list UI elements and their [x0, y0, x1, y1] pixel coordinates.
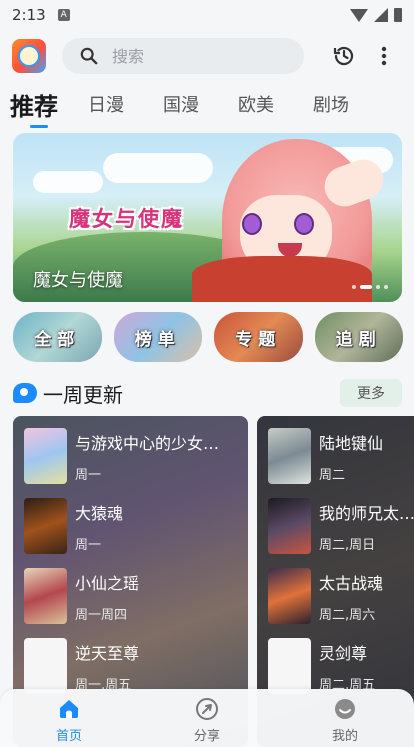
item-title: 大猿魂 [75, 504, 124, 523]
item-days: 周一周四 [75, 608, 128, 623]
item-title: 逆天至尊 [75, 644, 140, 663]
top-bar [0, 30, 414, 82]
signal-icon [374, 8, 388, 22]
item-days: 周一 [75, 538, 102, 553]
hero-banner[interactable]: 魔女与使魔 魔女与使魔 [13, 133, 402, 302]
bottom-navigation: 首页 分享 我的 [0, 689, 414, 747]
logo-emblem [18, 45, 40, 67]
history-icon [333, 46, 354, 66]
list-item[interactable]: 太古战魂周二,周六 [268, 568, 414, 626]
list-item[interactable]: 灵剑尊 周二,周五 [268, 638, 414, 696]
tab-theater[interactable]: 剧场 [313, 91, 349, 117]
cover-thumbnail [24, 498, 67, 554]
more-vertical-icon [381, 46, 387, 66]
category-ranking-button[interactable]: 榜单 [113, 312, 202, 362]
quick-categories: 全部 榜单 专题 追剧 [13, 312, 403, 362]
category-all-button[interactable]: 全部 [13, 312, 102, 362]
cover-thumbnail [268, 568, 311, 624]
list-item[interactable]: 大猿魂 周一 [24, 498, 235, 556]
list-item[interactable]: 我的师兄太强了周二,周日 [268, 498, 414, 556]
search-icon [80, 47, 98, 65]
category-topics-button[interactable]: 专题 [214, 312, 303, 362]
history-button[interactable] [326, 38, 362, 74]
status-icons [350, 8, 402, 22]
banner-cloud [103, 153, 213, 183]
weekly-update-header: 一周更新 更多 [13, 378, 402, 408]
cover-thumbnail [268, 498, 311, 554]
category-tabs: 推荐 日漫 国漫 欧美 剧场 [0, 86, 414, 128]
item-title: 我的师兄太强了 [319, 504, 414, 523]
list-item[interactable]: 小仙之瑶 周一周四 [24, 568, 235, 626]
item-title: 灵剑尊 [319, 644, 368, 663]
banner-caption: 魔女与使魔 [33, 270, 123, 291]
nav-share[interactable]: 分享 [138, 689, 276, 747]
status-bar: 2:13 A [0, 0, 414, 30]
banner-pager [352, 285, 388, 289]
pager-dot[interactable] [360, 285, 372, 289]
search-bar[interactable] [62, 38, 304, 74]
cover-thumbnail [24, 428, 67, 484]
nav-home[interactable]: 首页 [0, 689, 138, 747]
tab-japanese[interactable]: 日漫 [88, 91, 124, 117]
cover-thumbnail [24, 568, 67, 624]
item-days: 周一 [75, 468, 102, 483]
banner-cloud [33, 171, 103, 193]
battery-icon [394, 8, 402, 22]
nav-profile[interactable]: 我的 [276, 689, 414, 747]
pager-dot[interactable] [352, 285, 356, 289]
item-title: 小仙之瑶 [75, 574, 140, 593]
item-days: 周二,周六 [319, 608, 376, 623]
weekly-update-icon [13, 383, 37, 403]
list-item[interactable]: 逆天至尊 周一,周五 [24, 638, 235, 696]
item-title: 太古战魂 [319, 574, 384, 593]
tab-western[interactable]: 欧美 [238, 91, 274, 117]
nav-label-home: 首页 [55, 729, 82, 744]
sim-icon: A [57, 9, 70, 21]
category-following-button[interactable]: 追剧 [314, 312, 403, 362]
item-days: 周二,周日 [319, 538, 376, 553]
app-logo[interactable] [12, 39, 46, 73]
overflow-menu-button[interactable] [366, 38, 402, 74]
cover-thumbnail [268, 428, 311, 484]
wifi-icon [350, 8, 368, 22]
pager-dot[interactable] [376, 285, 380, 289]
banner-character-shirt [192, 256, 372, 302]
tab-recommend[interactable]: 推荐 [10, 87, 58, 128]
cover-thumbnail [24, 638, 67, 694]
nav-label-profile: 我的 [331, 729, 358, 744]
item-title: 陆地键仙 [319, 434, 384, 453]
search-input[interactable] [112, 46, 282, 66]
banner-character-eye [294, 213, 314, 235]
pager-dot[interactable] [384, 285, 388, 289]
profile-icon [335, 699, 355, 719]
banner-character-eye [242, 213, 262, 235]
list-item[interactable]: 与游戏中心的少女异文化交流的故事周一 [24, 428, 235, 486]
more-button[interactable]: 更多 [340, 379, 402, 407]
section-title: 一周更新 [43, 382, 123, 407]
status-time: 2:13 [12, 6, 46, 24]
banner-logo-title: 魔女与使魔 [69, 207, 184, 231]
home-icon [60, 700, 78, 718]
tab-chinese[interactable]: 国漫 [163, 91, 199, 117]
item-days: 周二 [319, 468, 346, 483]
nav-label-share: 分享 [193, 729, 220, 744]
cover-thumbnail [268, 638, 311, 694]
item-title: 与游戏中心的少女异文化交流的故事 [75, 434, 235, 453]
share-icon [196, 698, 218, 720]
list-item[interactable]: 陆地键仙 周二 [268, 428, 414, 486]
